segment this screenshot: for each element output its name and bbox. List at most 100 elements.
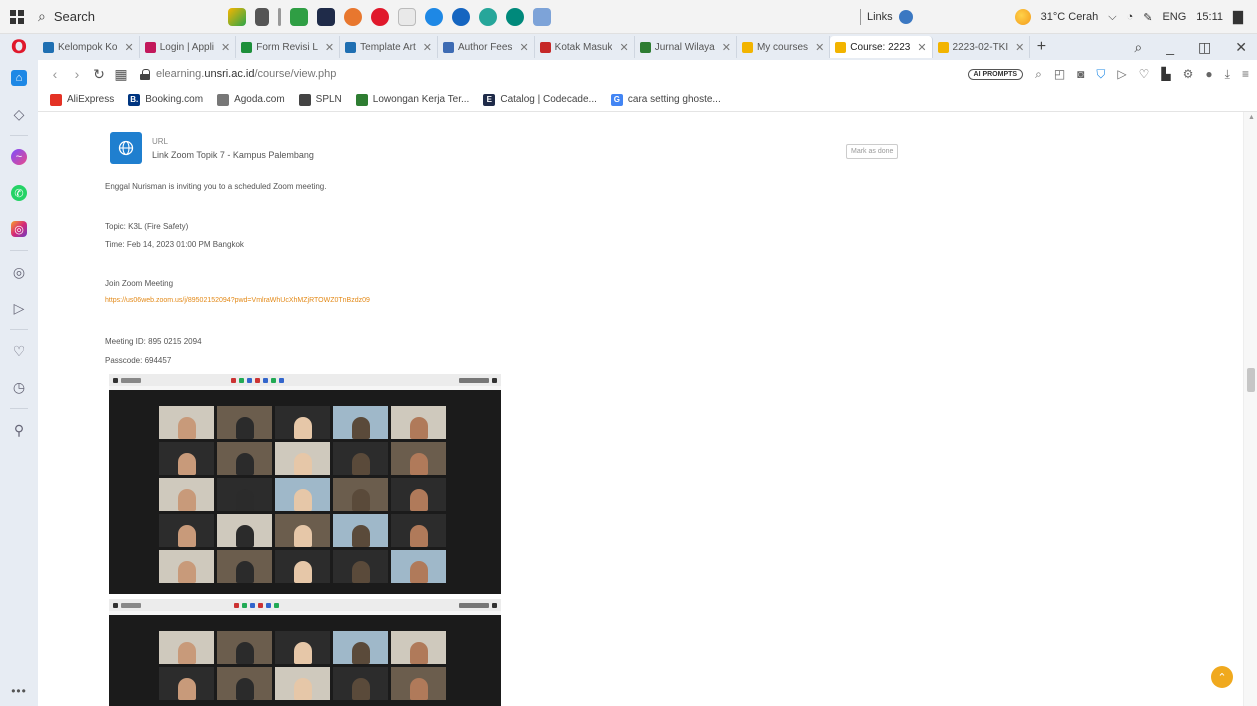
participant-avatar bbox=[351, 525, 370, 547]
bookmark-4[interactable]: Lowongan Kerja Ter... bbox=[355, 93, 469, 106]
tab-4[interactable]: Author Fees ✕ bbox=[438, 36, 535, 58]
pen-icon[interactable]: ✎ bbox=[1143, 11, 1152, 24]
camera-icon[interactable]: ◙ bbox=[1077, 67, 1084, 81]
tab-favicon-icon bbox=[43, 41, 54, 53]
weather-icon[interactable] bbox=[1014, 9, 1031, 25]
back-button[interactable]: ‹ bbox=[44, 66, 66, 82]
network-icon[interactable] bbox=[898, 10, 913, 24]
settings-icon[interactable]: ⚙ bbox=[1183, 67, 1194, 81]
scroll-to-top-button[interactable]: ⌃ bbox=[1211, 666, 1233, 688]
sidebar-favorites[interactable]: ♡ bbox=[0, 333, 38, 369]
app-opera-icon[interactable] bbox=[371, 7, 389, 26]
tab-search-icon[interactable]: ⌕ bbox=[1134, 39, 1142, 56]
url-activity[interactable]: URL Link Zoom Topik 7 - Kampus Palembang bbox=[110, 132, 314, 164]
sidebar-messenger[interactable]: ~ bbox=[0, 139, 38, 175]
chevron-up-icon[interactable]: ⌵ bbox=[1108, 11, 1116, 24]
bookmark-2[interactable]: Agoda.com bbox=[217, 93, 285, 106]
search-icon[interactable]: ⌕ bbox=[1035, 67, 1042, 82]
scroll-thumb[interactable] bbox=[1247, 368, 1255, 392]
activity-name[interactable]: Link Zoom Topik 7 - Kampus Palembang bbox=[152, 150, 314, 160]
url-field[interactable]: elearning.unsri.ac.id/course/view.php bbox=[140, 68, 336, 80]
tab-favicon-icon bbox=[442, 41, 454, 53]
tab-close-icon[interactable]: ✕ bbox=[325, 41, 334, 54]
shield-icon[interactable]: ⛉ bbox=[1096, 67, 1105, 82]
tab-1[interactable]: Login | Appli ✕ bbox=[140, 36, 237, 58]
app-paint-icon[interactable] bbox=[533, 7, 551, 26]
bookmark-5[interactable]: E Catalog | Codecade... bbox=[483, 93, 597, 106]
tab-2[interactable]: Form Revisi L ✕ bbox=[236, 36, 341, 58]
tab-0[interactable]: Kelompok Ko ✕ bbox=[38, 36, 140, 58]
notification-icon[interactable]: ▇ bbox=[1233, 9, 1243, 25]
close-icon[interactable]: ✕ bbox=[1235, 39, 1247, 56]
page-scrollbar[interactable]: ▲ bbox=[1243, 112, 1257, 706]
tab-close-icon[interactable]: ✕ bbox=[1015, 41, 1024, 54]
bookmark-6[interactable]: Gcara setting ghoste... bbox=[610, 93, 721, 106]
minimize-icon[interactable]: _ bbox=[1166, 39, 1174, 55]
clock[interactable]: 15:11 bbox=[1196, 11, 1223, 23]
download-icon[interactable]: ⤓ bbox=[1225, 67, 1230, 82]
tab-close-icon[interactable]: ✕ bbox=[221, 41, 230, 54]
ai-prompts-button[interactable]: AI PROMPTS bbox=[967, 68, 1024, 80]
tab-close-icon[interactable]: ✕ bbox=[124, 41, 133, 54]
language-indicator[interactable]: ENG bbox=[1162, 11, 1186, 23]
menu-icon[interactable]: ≡ bbox=[1242, 67, 1249, 81]
participant-tile bbox=[333, 550, 388, 583]
app-firefox-icon[interactable] bbox=[344, 7, 362, 26]
tab-label: Jurnal Wilaya bbox=[654, 41, 715, 53]
app-taskview-icon[interactable] bbox=[255, 7, 269, 26]
tab-9[interactable]: 2223-02-TKI ✕ bbox=[933, 36, 1031, 58]
participant-tile bbox=[333, 667, 388, 700]
sidebar-instagram[interactable]: ◎ bbox=[0, 211, 38, 247]
tab-close-icon[interactable]: ✕ bbox=[423, 41, 432, 54]
taskbar-search[interactable]: ⌕ Search bbox=[38, 4, 188, 30]
bookmark-0[interactable]: AliExpress bbox=[50, 93, 114, 106]
windows-start-icon[interactable] bbox=[0, 0, 34, 34]
weather-text[interactable]: 31°C Cerah bbox=[1041, 11, 1099, 23]
new-tab-button[interactable]: + bbox=[1030, 38, 1052, 56]
sidebar-player[interactable]: ◎ bbox=[0, 254, 38, 290]
bookmark-3[interactable]: SPLN bbox=[298, 93, 342, 106]
participant-avatar bbox=[351, 417, 370, 439]
extension-icon[interactable]: ▙ bbox=[1161, 67, 1170, 81]
zoom-link[interactable]: https://us06web.zoom.us/j/89502152094?pw… bbox=[105, 297, 370, 304]
app-excel-icon[interactable] bbox=[290, 7, 308, 26]
heart-icon[interactable]: ♡ bbox=[1139, 67, 1150, 81]
snap-icon[interactable]: ◫ bbox=[1198, 39, 1211, 56]
app-photos-icon[interactable] bbox=[228, 7, 246, 26]
taskbar-links[interactable]: Links bbox=[860, 0, 913, 34]
tab-close-icon[interactable]: ✕ bbox=[722, 41, 731, 54]
mark-as-done-button[interactable]: Mark as done bbox=[846, 144, 899, 159]
tab-7[interactable]: My courses ✕ bbox=[737, 36, 831, 58]
app-chrome-blue-icon[interactable] bbox=[425, 7, 443, 26]
sidebar-pinboard[interactable]: ⚲ bbox=[0, 412, 38, 448]
profile-icon[interactable]: ● bbox=[1205, 67, 1212, 81]
snapshot-icon[interactable]: ◰ bbox=[1054, 67, 1065, 81]
sidebar-flow[interactable]: ▷ bbox=[0, 290, 38, 326]
sidebar-home[interactable]: ⌂ bbox=[0, 60, 38, 96]
sidebar-bookmarks[interactable]: ◇ bbox=[0, 96, 38, 132]
sidebar-more-icon[interactable]: ••• bbox=[0, 684, 38, 698]
tab-close-icon[interactable]: ✕ bbox=[815, 41, 824, 54]
tab-close-icon[interactable]: ✕ bbox=[917, 41, 926, 54]
reload-button[interactable]: ↻ bbox=[88, 66, 110, 83]
tab-8[interactable]: Course: 2223 ✕ bbox=[830, 36, 933, 58]
flow-icon[interactable]: ▷ bbox=[1117, 67, 1126, 81]
forward-button[interactable]: › bbox=[66, 66, 88, 82]
opera-menu-icon[interactable]: O bbox=[0, 36, 38, 58]
tab-close-icon[interactable]: ✕ bbox=[519, 41, 528, 54]
app-edge-icon[interactable] bbox=[479, 7, 497, 26]
tab-close-icon[interactable]: ✕ bbox=[619, 41, 628, 54]
tab-5[interactable]: Kotak Masuk ✕ bbox=[535, 36, 635, 58]
app-store-icon[interactable] bbox=[317, 7, 335, 26]
sidebar-history[interactable]: ◷ bbox=[0, 369, 38, 405]
app-edge-dev-icon[interactable] bbox=[506, 7, 524, 26]
bookmark-1[interactable]: B. Booking.com bbox=[128, 93, 203, 106]
scroll-up-arrow-icon[interactable]: ▲ bbox=[1248, 114, 1255, 121]
volume-icon[interactable]: ◔ bbox=[1127, 11, 1134, 23]
app-notepad-icon[interactable] bbox=[398, 7, 416, 26]
app-chrome-icon[interactable] bbox=[452, 7, 470, 26]
tab-3[interactable]: Template Art ✕ bbox=[340, 36, 438, 58]
speed-dial-icon[interactable]: ▦ bbox=[110, 66, 132, 83]
sidebar-whatsapp[interactable]: ✆ bbox=[0, 175, 38, 211]
tab-6[interactable]: Jurnal Wilaya ✕ bbox=[635, 36, 737, 58]
